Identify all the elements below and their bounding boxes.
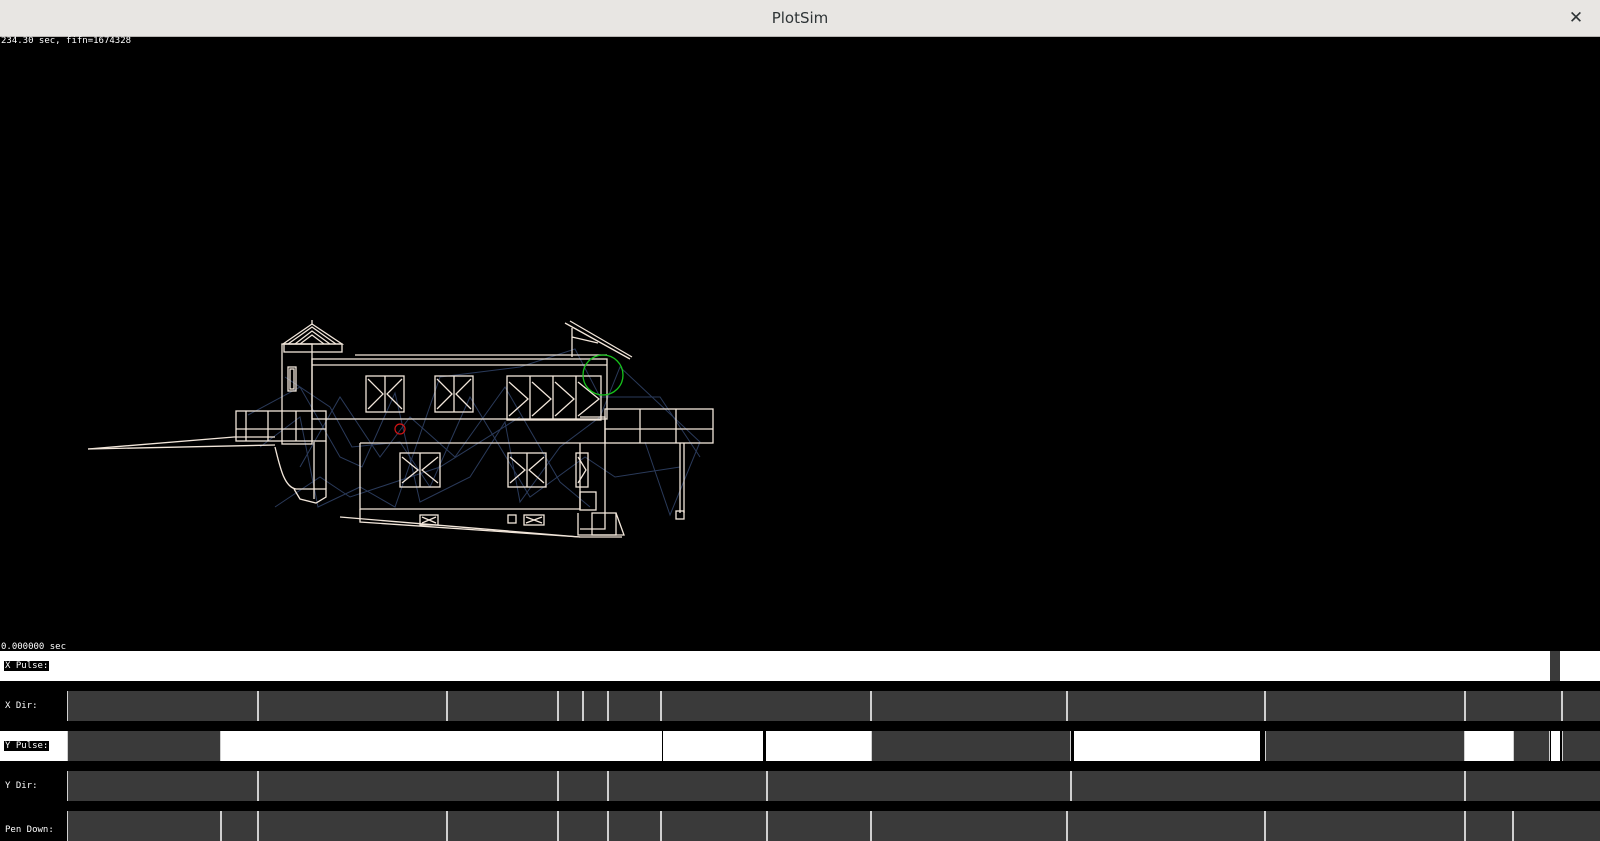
track-label-x-pulse: X Pulse: [4,661,50,671]
signal-segment [258,771,558,801]
house-lines [87,320,714,538]
signal-segment [67,691,258,721]
signal-segment [1265,731,1465,761]
track-y-dir: Y Dir: [0,771,1600,801]
signal-traces: X Pulse: X Dir: Y Pulse: Y Dir: Pen Down… [0,651,1600,841]
track-y-pulse: Y Pulse: [0,731,1600,761]
track-label-pen-down: Pen Down: [5,825,54,835]
house-drawing [87,320,714,538]
track-label-x-dir: X Dir: [5,701,38,711]
signal-segment [766,731,871,761]
signal-segment [258,691,447,721]
travel-moves [247,348,701,517]
title-bar: PlotSim ✕ [0,0,1600,37]
signal-segment [608,691,661,721]
signal-segment [1550,651,1560,681]
signal-segment [871,731,1071,761]
signal-segment [67,731,221,761]
signal-segment [1465,731,1513,761]
track-x-dir: X Dir: [0,691,1600,721]
signal-segment [608,771,767,801]
signal-segment [871,691,1067,721]
signal-segment [221,731,662,761]
signal-segment [1562,731,1600,761]
close-icon[interactable]: ✕ [1564,6,1588,30]
plot-canvas[interactable]: 234.30 sec, fifn=1674328 [0,36,1600,649]
signal-segment [1465,771,1600,801]
signal-segment [1551,731,1560,761]
signal-segment [67,771,258,801]
signal-segment [663,731,763,761]
signal-segment [1562,691,1600,721]
signal-segment [1560,651,1600,681]
signal-segment [1265,691,1465,721]
signal-segment [447,691,558,721]
track-label-y-pulse: Y Pulse: [4,741,50,751]
window-title: PlotSim [771,9,829,27]
signal-segment [1465,691,1562,721]
signal-segment [558,691,583,721]
signal-segment [583,691,608,721]
track-label-y-dir: Y Dir: [5,781,38,791]
signal-segment [767,771,1071,801]
signal-segment [0,651,1550,681]
signal-segment [1513,731,1550,761]
signal-segment [1074,731,1260,761]
signal-segment [1071,771,1465,801]
signal-segment [1067,691,1265,721]
signal-segment [558,771,608,801]
track-x-pulse: X Pulse: [0,651,1600,681]
signal-segment [661,691,871,721]
